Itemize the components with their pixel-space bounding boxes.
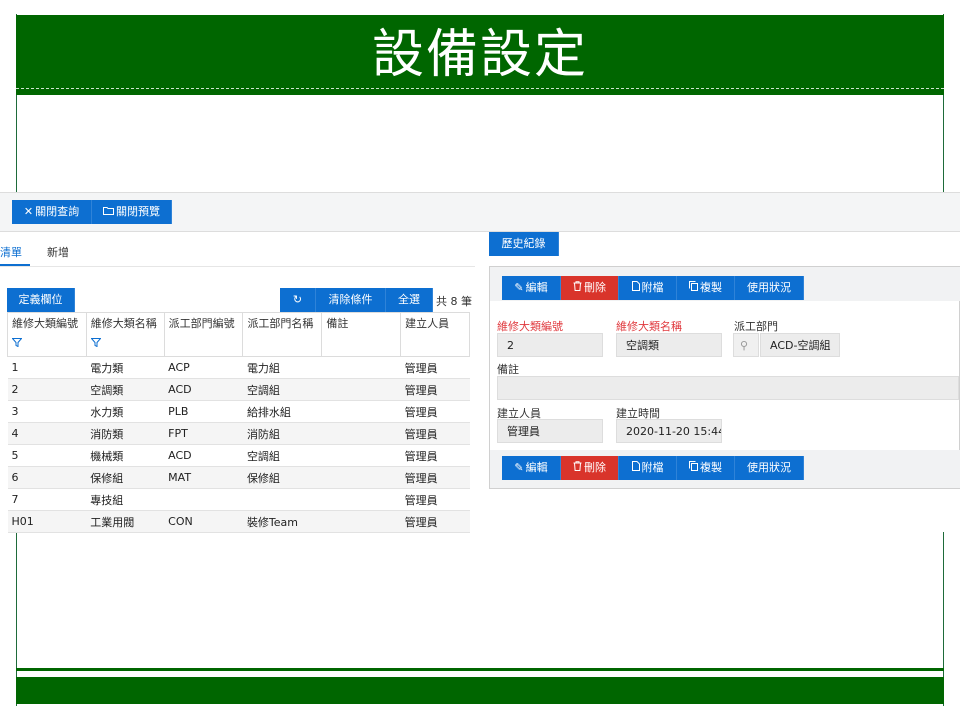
copy-button[interactable]: 複製: [677, 276, 735, 300]
table-row[interactable]: 3 水力類 PLB 給排水組 管理員: [7, 400, 470, 423]
remark-field[interactable]: [497, 376, 959, 400]
remark-label: 備註: [497, 363, 519, 376]
copy-button-bottom[interactable]: 複製: [677, 456, 735, 480]
edit-button[interactable]: ✎ 編輯: [502, 276, 561, 300]
filter-icon[interactable]: [11, 337, 82, 350]
column-header[interactable]: 備註: [321, 312, 402, 357]
record-count: 共 8 筆: [436, 295, 472, 308]
slide-title: 設備設定: [371, 25, 588, 85]
column-header[interactable]: 派工部門名稱: [242, 312, 323, 357]
edit-icon: ✎: [514, 461, 524, 474]
category-name-label: 維修大類名稱: [616, 320, 682, 333]
close-query-button[interactable]: ✕ 關閉查詢: [12, 200, 92, 224]
select-all-button[interactable]: 全選: [386, 288, 433, 312]
refresh-button[interactable]: ↻: [280, 288, 316, 312]
created-time-field[interactable]: 2020-11-20 15:44:: [616, 419, 722, 443]
close-preview-button[interactable]: 關閉預覽: [92, 200, 172, 224]
table-row[interactable]: 2 空調類 ACD 空調組 管理員: [7, 378, 470, 401]
filter-icon[interactable]: [90, 337, 160, 350]
app-screenshot: ✕ 關閉查詢 關閉預覽 清單 新增 定義欄位 ↻ 清除條件 全選 共 8 筆 維修…: [0, 192, 960, 533]
clear-conditions-button[interactable]: 清除條件: [316, 288, 386, 312]
slide-bottom-bar: [16, 677, 944, 704]
edit-icon: ✎: [514, 281, 524, 294]
file-icon: [631, 281, 640, 294]
title-divider: [16, 88, 944, 89]
table-row[interactable]: 6 保修組 MAT 保修組 管理員: [7, 466, 470, 489]
usage-button-bottom[interactable]: 使用狀況: [735, 456, 804, 480]
table-row[interactable]: 4 消防類 FPT 消防組 管理員: [7, 422, 470, 445]
trash-icon: [573, 281, 582, 294]
table-row[interactable]: 7 專技組 管理員: [7, 488, 470, 511]
column-header[interactable]: 維修大類名稱: [85, 312, 165, 357]
dept-field[interactable]: ACD-空調組: [760, 333, 840, 357]
slide-bottom-line: [16, 668, 944, 671]
creator-field[interactable]: 管理員: [497, 419, 603, 443]
table-header-row: 維修大類編號 維修大類名稱 派工部門編號 派工部門名稱 備註 建立人員: [7, 312, 470, 357]
define-columns-button[interactable]: 定義欄位: [7, 288, 75, 312]
slide-title-bar: 設備設定: [16, 15, 944, 95]
column-header[interactable]: 派工部門編號: [163, 312, 244, 357]
copy-icon: [689, 281, 698, 294]
table-row[interactable]: H01 工業用閥 CON 裝修Team 管理員: [7, 510, 470, 533]
attach-button[interactable]: 附檔: [619, 276, 677, 300]
delete-button[interactable]: 刪除: [561, 276, 619, 300]
history-button[interactable]: 歷史紀錄: [489, 232, 559, 256]
category-table: 維修大類編號 維修大類名稱 派工部門編號 派工部門名稱 備註 建立人員 1 電力類…: [7, 312, 470, 533]
copy-icon: [689, 461, 698, 474]
dept-search-button[interactable]: ⚲: [733, 333, 759, 357]
tab-divider: [0, 266, 475, 267]
file-icon: [631, 461, 640, 474]
refresh-icon: ↻: [292, 293, 303, 306]
usage-button[interactable]: 使用狀況: [735, 276, 804, 300]
column-header[interactable]: 維修大類編號: [7, 312, 87, 357]
trash-icon: [573, 461, 582, 474]
edit-button-bottom[interactable]: ✎ 編輯: [502, 456, 561, 480]
tab-add[interactable]: 新增: [47, 244, 69, 260]
attach-button-bottom[interactable]: 附檔: [619, 456, 677, 480]
category-no-label: 維修大類編號: [497, 320, 563, 333]
column-header[interactable]: 建立人員: [400, 312, 470, 357]
detail-panel: ✎ 編輯 刪除 附檔 複製 使用狀況 維修大類編號 維修大類名稱 派工部門 2 空…: [489, 266, 960, 489]
table-row[interactable]: 5 機械類 ACD 空調組 管理員: [7, 444, 470, 467]
close-icon: ✕: [23, 205, 34, 218]
folder-open-icon: [103, 205, 114, 218]
category-name-field[interactable]: 空調類: [616, 333, 722, 357]
search-icon: ⚲: [740, 339, 749, 352]
dept-label: 派工部門: [734, 320, 778, 333]
category-no-field[interactable]: 2: [497, 333, 603, 357]
tab-list[interactable]: 清單: [0, 244, 22, 260]
delete-button-bottom[interactable]: 刪除: [561, 456, 619, 480]
table-row[interactable]: 1 電力類 ACP 電力組 管理員: [7, 356, 470, 379]
